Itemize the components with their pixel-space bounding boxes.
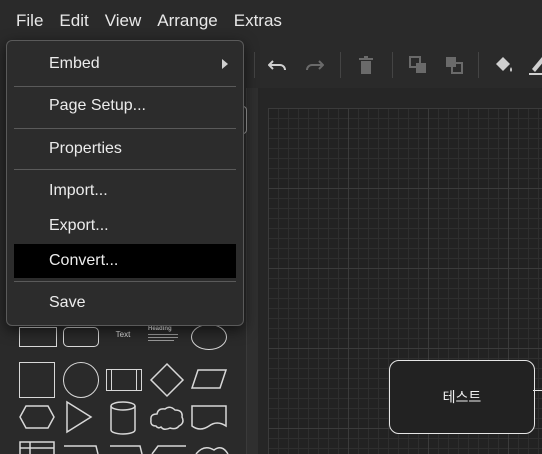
menu-item-properties[interactable]: Properties (14, 132, 236, 166)
menu-separator (14, 169, 236, 170)
shape-process[interactable] (106, 369, 142, 391)
menu-item-embed-label: Embed (49, 55, 100, 72)
menu-file[interactable]: File (0, 0, 51, 42)
shape-parallelogram[interactable] (190, 368, 228, 390)
canvas-margin (258, 88, 268, 454)
toolbar-separator (340, 52, 341, 78)
toolbar-separator (478, 52, 479, 78)
shape-triangle[interactable] (64, 400, 94, 434)
menu-item-convert-label: Convert... (49, 252, 119, 269)
menu-item-convert[interactable]: Convert... (14, 244, 236, 278)
file-menu-dropdown: Embed Page Setup... Properties Import...… (6, 40, 244, 326)
shape-document[interactable] (190, 404, 228, 432)
delete-icon[interactable] (354, 54, 378, 76)
shape-ellipse[interactable] (191, 324, 227, 350)
shape-square[interactable] (19, 362, 55, 398)
menu-extras[interactable]: Extras (226, 0, 290, 42)
menu-item-page-setup-label: Page Setup... (49, 97, 146, 114)
shape-diamond[interactable] (149, 362, 185, 398)
redo-icon[interactable] (302, 54, 326, 76)
shape-rectangle[interactable] (19, 327, 57, 347)
shape-cylinder[interactable] (108, 400, 138, 436)
line-color-icon[interactable] (526, 54, 542, 76)
menu-item-page-setup[interactable]: Page Setup... (14, 89, 236, 123)
shape-hexagon[interactable] (18, 404, 56, 430)
menu-item-embed[interactable]: Embed (14, 47, 236, 81)
shape-circle[interactable] (63, 362, 99, 398)
menu-separator (14, 128, 236, 129)
to-front-icon[interactable] (406, 54, 430, 76)
menu-view[interactable]: View (97, 0, 150, 42)
menu-item-properties-label: Properties (49, 140, 122, 157)
menu-edit[interactable]: Edit (51, 0, 96, 42)
canvas-margin (258, 88, 542, 108)
menu-arrange[interactable]: Arrange (149, 0, 225, 42)
menu-item-import-label: Import... (49, 182, 108, 199)
to-back-icon[interactable] (442, 54, 466, 76)
menu-item-save-label: Save (49, 294, 86, 311)
diagram-edge[interactable] (533, 390, 542, 391)
shapes-row-partial (19, 441, 229, 454)
diagram-node-label: 테스트 (442, 389, 482, 405)
toolbar-separator (254, 52, 255, 78)
menu-separator (14, 281, 236, 282)
shape-rounded-rectangle[interactable] (63, 327, 99, 347)
menu-item-export[interactable]: Export... (14, 209, 236, 243)
menu-item-import[interactable]: Import... (14, 174, 236, 208)
diagram-node[interactable]: 테스트 (389, 360, 535, 434)
shape-cloud[interactable] (148, 404, 186, 432)
fill-color-icon[interactable] (492, 54, 516, 76)
toolbar-separator (392, 52, 393, 78)
menu-item-save[interactable]: Save (14, 286, 236, 320)
shape-text[interactable]: Text (108, 330, 138, 339)
shape-heading-label: Heading (148, 326, 172, 332)
menu-separator (14, 86, 236, 87)
submenu-arrow-icon (222, 59, 228, 69)
menubar: File Edit View Arrange Extras (0, 0, 542, 42)
shape-heading[interactable]: Heading (148, 326, 184, 348)
menu-item-export-label: Export... (49, 217, 109, 234)
undo-icon[interactable] (266, 54, 290, 76)
